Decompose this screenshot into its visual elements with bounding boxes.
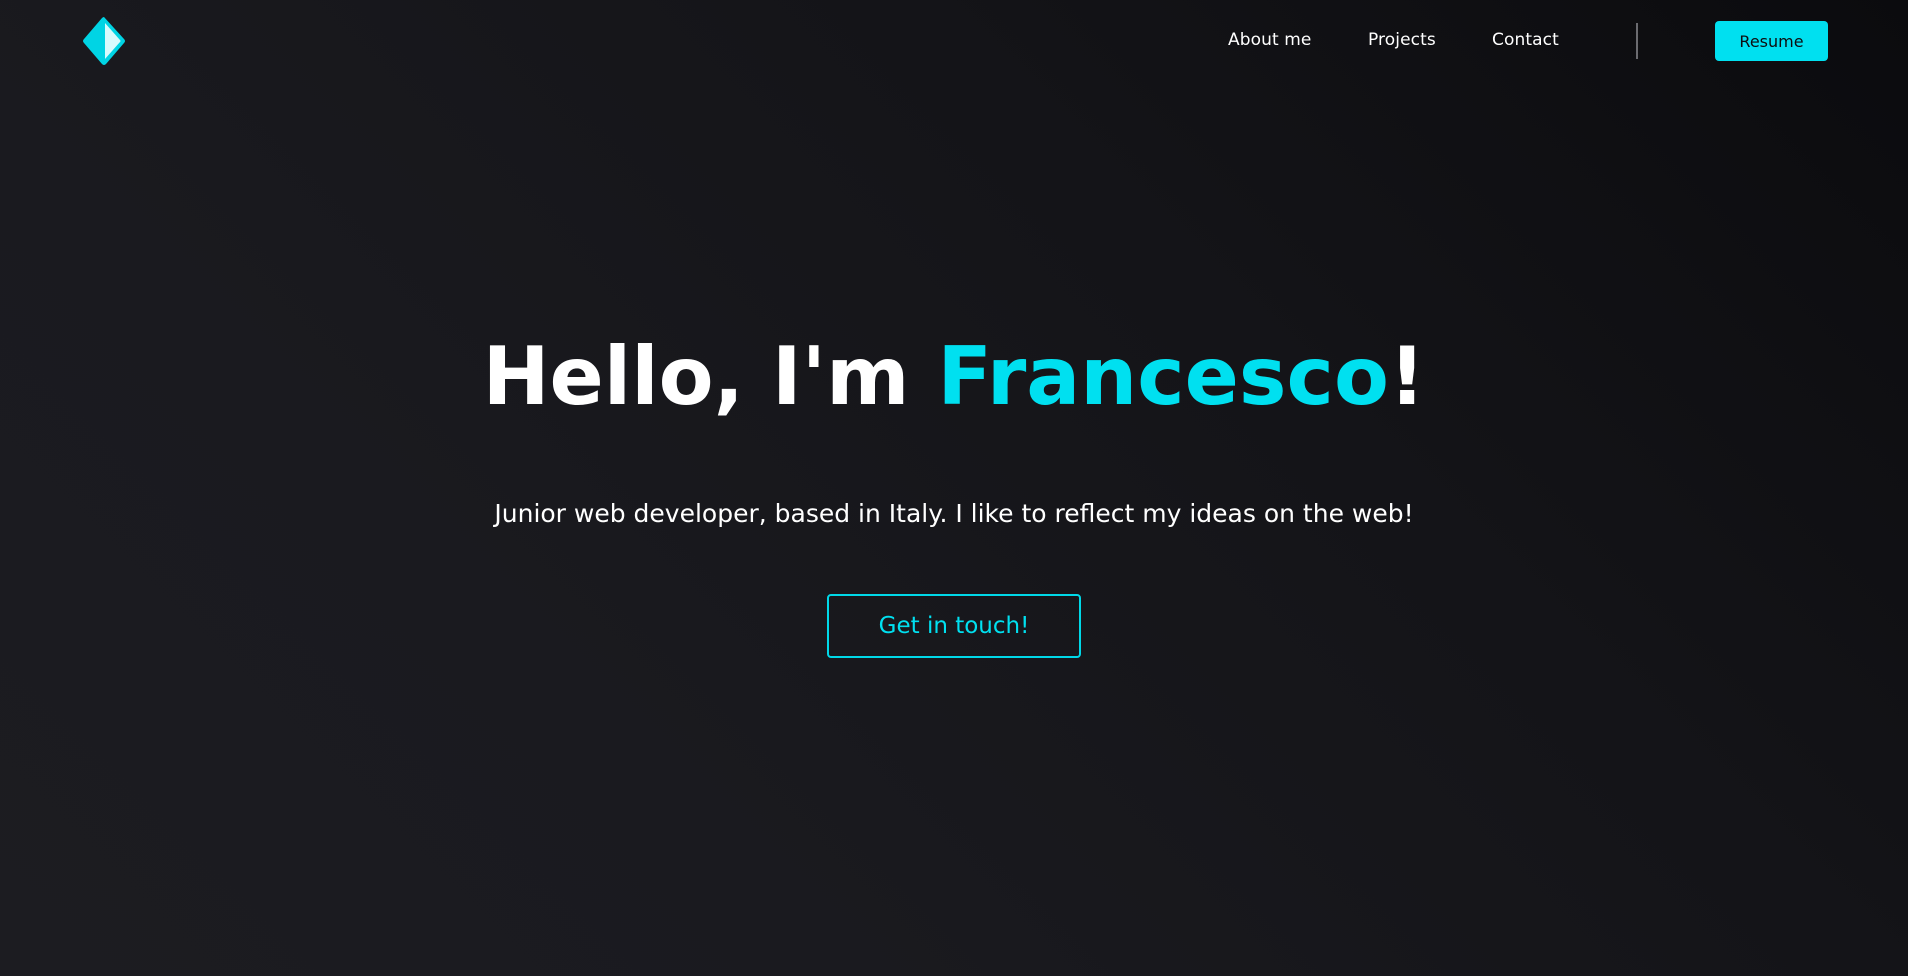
hero-title-prefix: Hello, I'm: [482, 330, 938, 423]
nav-item-projects[interactable]: Projects: [1368, 30, 1436, 50]
hero-subtitle: Junior web developer, based in Italy. I …: [494, 499, 1414, 528]
logo-icon[interactable]: [81, 15, 127, 67]
get-in-touch-button[interactable]: Get in touch!: [827, 594, 1081, 658]
hero-title-name: Francesco: [937, 330, 1389, 423]
resume-button[interactable]: Resume: [1715, 21, 1828, 61]
nav-item-contact[interactable]: Contact: [1492, 30, 1559, 50]
hero-title-suffix: !: [1388, 330, 1426, 423]
nav-divider: [1636, 23, 1638, 59]
nav-item-about-me[interactable]: About me: [1228, 30, 1311, 50]
hero-title: Hello, I'm Francesco!: [0, 327, 1908, 427]
site-header: About me Projects Contact Resume: [0, 0, 1908, 82]
diamond-logo-icon: [83, 17, 125, 65]
